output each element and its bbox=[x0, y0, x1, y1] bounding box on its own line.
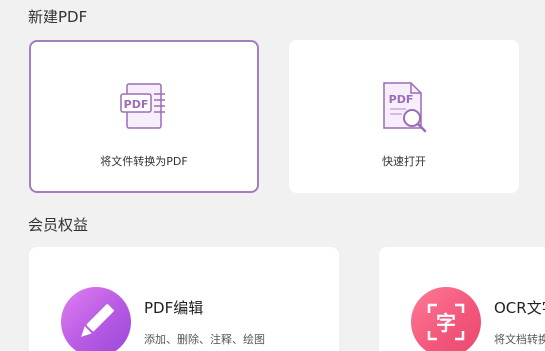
svg-text:字: 字 bbox=[436, 311, 456, 335]
ocr-char-icon: 字 bbox=[411, 287, 481, 351]
member-section-title: 会员权益 bbox=[28, 216, 89, 234]
pdf-edit-desc: 添加、删除、注释、绘图 bbox=[144, 333, 265, 346]
new-pdf-section-title: 新建PDF bbox=[28, 8, 88, 26]
pdf-edit-title: PDF编辑 bbox=[144, 299, 204, 317]
convert-to-pdf-card[interactable]: PDF 将文件转换为PDF bbox=[29, 40, 259, 193]
svg-text:PDF: PDF bbox=[389, 93, 414, 106]
convert-to-pdf-label: 将文件转换为PDF bbox=[100, 155, 188, 168]
svg-text:PDF: PDF bbox=[124, 98, 149, 111]
ocr-title: OCR文字识别 bbox=[494, 299, 545, 317]
quick-open-card[interactable]: PDF 快速打开 bbox=[289, 40, 519, 193]
home-page: 新建PDF PDF 将文件转换为PDF PDF 快速打开 会员权益 PDF编辑 … bbox=[0, 0, 545, 351]
pen-icon bbox=[61, 287, 131, 351]
quick-open-label: 快速打开 bbox=[382, 155, 426, 168]
file-search-icon: PDF bbox=[377, 80, 431, 138]
ocr-desc: 将文档转换为可编辑文字 bbox=[494, 333, 545, 346]
pdf-edit-card[interactable]: PDF编辑 添加、删除、注释、绘图 bbox=[29, 247, 339, 351]
ocr-card[interactable]: 字 OCR文字识别 将文档转换为可编辑文字 bbox=[379, 247, 545, 351]
file-convert-icon: PDF bbox=[118, 80, 170, 138]
